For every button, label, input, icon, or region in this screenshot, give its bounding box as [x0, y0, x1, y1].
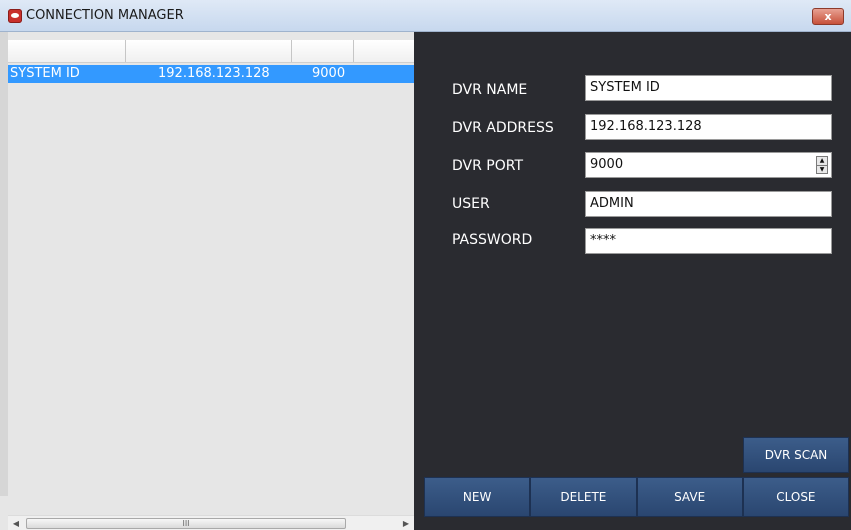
dvr-address-field[interactable]: 192.168.123.128 [585, 114, 832, 140]
column-header-extra[interactable] [354, 40, 414, 62]
save-button[interactable]: SAVE [636, 477, 743, 517]
column-header-name[interactable] [8, 40, 126, 62]
connection-list-panel: SYSTEM ID 192.168.123.128 9000 ◀ III ▶ [0, 32, 414, 530]
connection-form-panel: DVR NAME SYSTEM ID DVR ADDRESS 192.168.1… [414, 32, 851, 530]
dvr-port-value: 9000 [590, 157, 624, 172]
row-address: 192.168.123.128 [158, 66, 270, 81]
action-button-bar: NEW DELETE SAVE CLOSE [424, 477, 849, 517]
app-icon [8, 9, 22, 23]
dvr-port-field[interactable]: 9000 ▲ ▼ [585, 152, 832, 178]
window-close-button[interactable]: x [812, 8, 844, 25]
list-header [8, 40, 414, 63]
user-field[interactable]: ADMIN [585, 191, 832, 217]
dvr-scan-button[interactable]: DVR SCAN [743, 437, 849, 473]
column-header-port[interactable] [292, 40, 354, 62]
horizontal-scrollbar[interactable]: ◀ III ▶ [8, 515, 414, 530]
window-title: CONNECTION MANAGER [26, 8, 184, 23]
new-button[interactable]: NEW [424, 477, 531, 517]
dvr-name-field[interactable]: SYSTEM ID [585, 75, 832, 101]
dvr-port-label: DVR PORT [452, 158, 524, 174]
close-button[interactable]: CLOSE [742, 477, 849, 517]
dvr-address-label: DVR ADDRESS [452, 120, 554, 136]
connection-row[interactable]: SYSTEM ID 192.168.123.128 9000 [8, 65, 414, 83]
scroll-left-arrow-icon[interactable]: ◀ [8, 516, 24, 530]
user-label: USER [452, 196, 490, 212]
row-name: SYSTEM ID [10, 66, 80, 81]
password-label: PASSWORD [452, 232, 533, 248]
dvr-name-label: DVR NAME [452, 82, 528, 98]
port-spinner[interactable]: ▲ ▼ [816, 156, 828, 174]
spin-up-icon[interactable]: ▲ [817, 157, 827, 166]
column-header-address[interactable] [126, 40, 292, 62]
connection-manager-window: CONNECTION MANAGER x SYSTEM ID 192.168.1… [0, 0, 851, 530]
password-field[interactable]: **** [585, 228, 832, 254]
spin-down-icon[interactable]: ▼ [817, 166, 827, 174]
title-bar: CONNECTION MANAGER x [0, 0, 851, 32]
row-port: 9000 [312, 66, 346, 81]
scroll-right-arrow-icon[interactable]: ▶ [398, 516, 414, 530]
scroll-thumb[interactable]: III [26, 518, 346, 529]
delete-button[interactable]: DELETE [530, 477, 637, 517]
